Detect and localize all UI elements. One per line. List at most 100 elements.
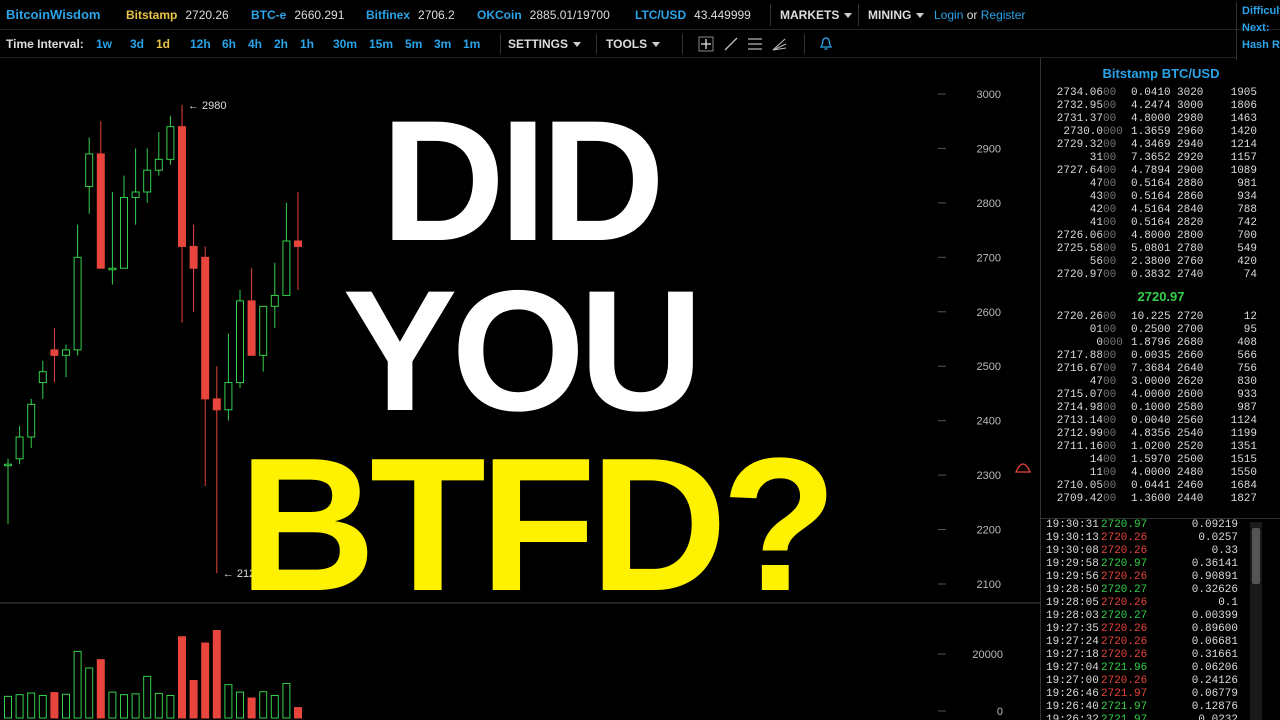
bid-row[interactable]: 11 00 4.0000 2480 1550 [1041,467,1280,480]
settings-menu[interactable]: SETTINGS [508,37,582,51]
book-depth-sum: 1827 [1230,493,1257,505]
interval-6h[interactable]: 6h [222,37,236,51]
tools-menu[interactable]: TOOLS [606,37,661,51]
mining-menu[interactable]: MINING [868,8,925,22]
alarm-bell-icon[interactable] [818,36,834,52]
interval-2h[interactable]: 2h [274,37,288,51]
crosshair-icon[interactable] [698,36,714,52]
ask-row[interactable]: 2730.0 000 1.3659 2960 1420 [1041,126,1280,139]
ask-row[interactable]: 2729.32 00 4.3469 2940 1214 [1041,139,1280,152]
bid-row[interactable]: 2709.42 00 1.3600 2440 1827 [1041,493,1280,506]
ask-row[interactable]: 43 00 0.5164 2860 934 [1041,191,1280,204]
trade-price: 2720.26 [1101,649,1148,661]
trade-row: 19:27:00 2720.26 0.24126 [1041,675,1266,688]
trade-history-scrollbar[interactable] [1250,522,1262,720]
ticker-bitfinex[interactable]: Bitfinex 2706.2 [366,8,455,22]
trade-row: 19:27:24 2720.26 0.06681 [1041,636,1266,649]
book-price-suffix: 00 [1103,441,1117,453]
ask-row[interactable]: 47 00 0.5164 2880 981 [1041,178,1280,191]
book-depth-price: 2960 [1177,126,1204,138]
register-link[interactable]: Register [981,8,1026,22]
book-price: 56 [1089,256,1103,268]
book-depth-price: 2980 [1177,113,1204,125]
bid-row[interactable]: 2713.14 00 0.0040 2560 1124 [1041,415,1280,428]
bid-row[interactable]: 2711.16 00 1.0200 2520 1351 [1041,441,1280,454]
line-tool-icon[interactable] [723,36,739,52]
trade-price: 2720.26 [1101,597,1148,609]
trade-amount: 0.09219 [1191,519,1238,531]
interval-12h[interactable]: 12h [190,37,211,51]
ask-row[interactable]: 2725.58 00 5.0801 2780 549 [1041,243,1280,256]
fan-tool-icon[interactable] [771,36,787,52]
book-price: 42 [1089,204,1103,216]
bid-row[interactable]: 2714.98 00 0.1000 2580 987 [1041,402,1280,415]
ask-row[interactable]: 2732.95 00 4.2474 3000 1806 [1041,100,1280,113]
ask-row[interactable]: 56 00 2.3800 2760 420 [1041,256,1280,269]
interval-5m[interactable]: 5m [405,37,422,51]
bid-row[interactable]: 14 00 1.5970 2500 1515 [1041,454,1280,467]
bid-row[interactable]: 2717.88 00 0.0035 2660 566 [1041,350,1280,363]
book-price-suffix: 00 [1103,389,1117,401]
bid-row[interactable]: 2712.99 00 4.8356 2540 1199 [1041,428,1280,441]
bid-row[interactable]: 0 000 1.8796 2680 408 [1041,337,1280,350]
bid-row[interactable]: 2716.67 00 7.3684 2640 756 [1041,363,1280,376]
order-book-title[interactable]: Bitstamp BTC/USD [1041,66,1280,81]
brand-logo[interactable]: BitcoinWisdom [6,7,101,22]
book-depth-sum: 408 [1237,337,1257,349]
ticker-okcoin[interactable]: OKCoin 2885.01/19700 [477,8,610,22]
book-amount: 1.0200 [1131,441,1171,453]
interval-1w[interactable]: 1w [96,37,112,51]
trade-row: 19:26:46 2721.97 0.06779 [1041,688,1266,701]
book-amount: 4.3469 [1131,139,1171,151]
interval-1m[interactable]: 1m [463,37,480,51]
book-amount: 0.2500 [1131,324,1171,336]
ticker-btce[interactable]: BTC-e 2660.291 [251,8,344,22]
ask-row[interactable]: 41 00 0.5164 2820 742 [1041,217,1280,230]
bid-row[interactable]: 47 00 3.0000 2620 830 [1041,376,1280,389]
interval-3m[interactable]: 3m [434,37,451,51]
volume-bar-down [294,707,302,719]
book-price-suffix: 00 [1103,230,1117,242]
markets-menu[interactable]: MARKETS [780,8,853,22]
login-link[interactable]: Login [934,8,963,22]
ticker-ltcusd[interactable]: LTC/USD 43.449999 [635,8,751,22]
book-price-suffix: 00 [1103,87,1117,99]
trade-time: 19:29:58 [1046,558,1099,570]
trade-time: 19:27:04 [1046,662,1099,674]
bid-row[interactable]: 2715.07 00 4.0000 2600 933 [1041,389,1280,402]
interval-1d[interactable]: 1d [156,37,170,51]
trade-time: 19:27:18 [1046,649,1099,661]
ticker-bitstamp[interactable]: Bitstamp 2720.26 [126,8,229,22]
fib-tool-icon[interactable] [747,36,763,52]
ask-row[interactable]: 42 00 4.5164 2840 788 [1041,204,1280,217]
ask-row[interactable]: 2734.06 00 0.0410 3020 1905 [1041,87,1280,100]
book-price-suffix: 00 [1103,269,1117,281]
ask-row[interactable]: 2727.64 00 4.7894 2900 1089 [1041,165,1280,178]
book-depth-price: 2640 [1177,363,1204,375]
book-price-suffix: 00 [1103,256,1117,268]
trade-price: 2720.27 [1101,584,1148,596]
book-depth-sum: 74 [1243,269,1257,281]
ask-row[interactable]: 2726.06 00 4.8000 2800 700 [1041,230,1280,243]
volume-bar-up [154,692,163,719]
volume-bar-down [189,680,198,719]
last-price: 2720.97 [1137,289,1185,304]
tools-menu-label: TOOLS [606,37,648,51]
book-depth-price: 2760 [1177,256,1204,268]
ask-row[interactable]: 2731.37 00 4.8000 2980 1463 [1041,113,1280,126]
interval-4h[interactable]: 4h [248,37,262,51]
interval-1h[interactable]: 1h [300,37,314,51]
bid-row[interactable]: 2710.05 00 0.0441 2460 1684 [1041,480,1280,493]
interval-15m[interactable]: 15m [369,37,393,51]
interval-30m[interactable]: 30m [333,37,357,51]
bid-row[interactable]: 01 00 0.2500 2700 95 [1041,324,1280,337]
scrollbar-thumb[interactable] [1252,528,1260,584]
book-depth-sum: 1089 [1230,165,1257,177]
ask-row[interactable]: 2720.97 00 0.3832 2740 74 [1041,269,1280,282]
volume-bar-up [236,691,244,719]
bid-row[interactable]: 2720.26 00 10.225 2720 12 [1041,311,1280,324]
ask-row[interactable]: 31 00 7.3652 2920 1157 [1041,152,1280,165]
book-price: 2709.42 [1056,493,1103,505]
book-depth-price: 2660 [1177,350,1204,362]
interval-3d[interactable]: 3d [130,37,144,51]
